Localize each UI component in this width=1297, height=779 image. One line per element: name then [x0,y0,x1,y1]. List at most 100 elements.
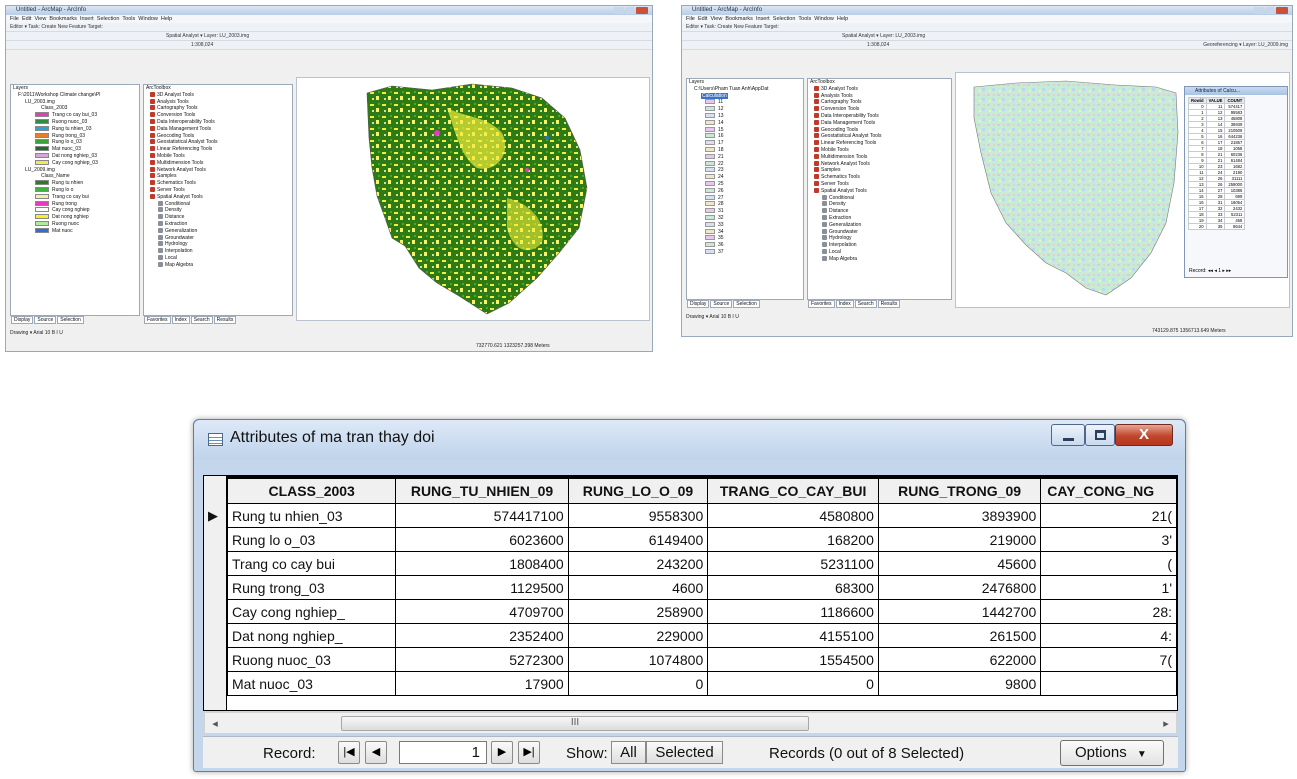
toolset-item[interactable]: Local [144,254,292,262]
toc-root[interactable]: Layers [687,79,803,86]
toolset-item[interactable]: Conditional [144,200,292,208]
tab-index[interactable]: Index [835,300,854,308]
toolbox-item[interactable]: Conversion Tools [144,112,292,119]
toolbox-item[interactable]: Samples [808,167,951,174]
col-cay-cong-ng[interactable]: CAY_CONG_NG [1040,476,1177,504]
table-row[interactable]: Cay cong nghiep_ 4709700 258900 1186600 1442… [226,599,1177,624]
toc-layer-lu2003[interactable]: LU_2003.img [11,99,139,106]
left-close-button[interactable] [636,7,648,14]
toolset-item[interactable]: Density [808,201,951,208]
tab-selection[interactable]: Selection [733,300,760,308]
left-minimize-button[interactable] [614,7,624,14]
record-number-input[interactable]: 1 [399,741,487,764]
mini-table-row[interactable]: 20 35 8644 [1188,223,1246,230]
mini-col-rowid[interactable]: Rowid [1188,97,1207,104]
table-row[interactable]: Rung trong_03 1129500 4600 68300 2476800 1' [226,575,1177,600]
right-close-button[interactable] [1276,7,1288,14]
toolbox-item[interactable]: Server Tools [808,180,951,188]
menu-tools[interactable]: Tools [798,16,811,22]
toolbox-item[interactable]: Cartography Tools [144,105,292,112]
attributes-title-bar[interactable]: Attributes of ma tran thay doi X [194,420,1185,460]
right-drawing-toolbar[interactable]: Drawing ▾ Arial 10 B I U [686,314,739,320]
toolset-item[interactable]: Density [144,207,292,214]
tab-index[interactable]: Index [171,316,190,324]
tab-selection[interactable]: Selection [57,316,84,324]
toolbox-item[interactable]: Geocoding Tools [144,132,292,140]
tab-display[interactable]: Display [687,300,710,308]
toolbox-item[interactable]: Data Interoperability Tools [808,112,951,120]
mini-col-count[interactable]: COUNT [1224,97,1246,104]
menu-view[interactable]: View [710,16,722,22]
tab-source[interactable]: Source [710,300,733,308]
show-selected-button[interactable]: Selected [646,741,723,764]
first-record-icon[interactable]: |◀ [338,741,360,764]
right-standard-toolbar[interactable]: 1:308,024 Georeferencing ▾ Layer: LU_200… [682,41,1292,50]
col-rung-trong-09[interactable]: RUNG_TRONG_09 [877,476,1042,504]
left-maximize-button[interactable] [625,7,635,14]
left-editor-toolbar[interactable]: Editor ▾ Task: Create New Feature Target… [6,23,652,32]
menu-file[interactable]: File [10,16,19,22]
left-drawing-toolbar[interactable]: Drawing ▾ Arial 10 B I U [10,330,63,336]
toc-layer-lu2009[interactable]: LU_2009.img [11,167,139,174]
toolbox-item[interactable]: Multidimension Tools [808,153,951,161]
col-rung-tu-nhien-09[interactable]: RUNG_TU_NHIEN_09 [395,476,569,504]
toolbox-item[interactable]: Network Analyst Tools [144,166,292,174]
toolbox-item[interactable]: Linear Referencing Tools [808,140,951,147]
right-maximize-button[interactable] [1265,7,1275,14]
toolset-item[interactable]: Extraction [808,214,951,222]
menu-bookmarks[interactable]: Bookmarks [725,16,753,22]
toolbox-root[interactable]: ArcToolbox [808,79,951,86]
table-row[interactable]: Mat nuoc_03 17900 0 0 9800 [226,671,1177,696]
table-row[interactable]: Ruong nuoc_03 5272300 1074800 1554500 622000… [226,647,1177,672]
minimize-button[interactable] [1051,424,1085,446]
menu-view[interactable]: View [34,16,46,22]
toolset-item[interactable]: Distance [808,208,951,215]
next-record-icon[interactable]: ▶ [491,741,513,764]
tab-search[interactable]: Search [854,300,877,308]
mini-record-nav[interactable]: Record: ◂◂ ◂ 1 ▸ ▸▸ [1189,268,1231,274]
right-spatial-analyst-toolbar[interactable]: Spatial Analyst ▾ Layer: LU_2003.img [682,32,1292,41]
toolbox-item[interactable]: Schematics Tools [144,180,292,187]
toolbox-item[interactable]: Data Interoperability Tools [144,118,292,126]
toolbox-item[interactable]: Analysis Tools [808,92,951,100]
menu-edit[interactable]: Edit [22,16,31,22]
left-spatial-analyst-toolbar[interactable]: Spatial Analyst ▾ Layer: LU_2003.img [6,32,652,41]
last-record-icon[interactable]: ▶| [518,741,540,764]
menu-file[interactable]: File [686,16,695,22]
menu-insert[interactable]: Insert [80,16,94,22]
col-trang-co-cay-bui[interactable]: TRANG_CO_CAY_BUI [707,476,879,504]
show-all-button[interactable]: All [611,741,646,764]
menu-insert[interactable]: Insert [756,16,770,22]
right-editor-toolbar[interactable]: Editor ▾ Task: Create New Feature Target… [682,23,1292,32]
scroll-right-icon[interactable]: ▸ [1158,716,1174,732]
toolbox-item[interactable]: 3D Analyst Tools [808,85,951,93]
toolbox-item[interactable]: Analysis Tools [144,98,292,106]
toolbox-item[interactable]: 3D Analyst Tools [144,91,292,99]
toolbox-item[interactable]: Mobile Tools [808,146,951,154]
toolset-item[interactable]: Conditional [808,194,951,202]
georeferencing-toolbar[interactable]: Georeferencing ▾ Layer: LU_2009.img [1203,41,1288,49]
left-map-view[interactable] [296,77,650,321]
toolset-item[interactable]: Interpolation [144,248,292,255]
mini-attributes-window[interactable]: Attributes of Calcu... Rowid VALUE COUNT… [1184,86,1288,278]
tab-display[interactable]: Display [11,316,34,324]
table-row[interactable]: Rung tu nhien_03 574417100 9558300 4580800 3… [226,503,1177,528]
menu-selection[interactable]: Selection [97,16,120,22]
menu-edit[interactable]: Edit [698,16,707,22]
menu-bookmarks[interactable]: Bookmarks [49,16,77,22]
toc-folder[interactable]: C:\Users\Pham Tuan Anh\AppDat [687,86,803,93]
mini-col-value[interactable]: VALUE [1205,97,1226,104]
tab-results[interactable]: Results [877,300,901,308]
toolbox-item[interactable]: Schematics Tools [808,174,951,181]
menu-help[interactable]: Help [161,16,172,22]
toolbox-item[interactable]: Mobile Tools [144,152,292,160]
toolbox-item[interactable]: Network Analyst Tools [808,160,951,168]
toolset-item[interactable]: Hydrology [144,241,292,248]
left-standard-toolbar[interactable]: 1:308,024 [6,41,652,50]
toolbox-item[interactable]: Geocoding Tools [808,126,951,134]
prev-record-icon[interactable]: ◀ [365,741,387,764]
horizontal-scrollbar[interactable]: ◂ III ▸ [204,712,1177,734]
tab-search[interactable]: Search [190,316,213,324]
toc-layer-calculation[interactable]: Calculation [687,92,803,100]
right-minimize-button[interactable] [1254,7,1264,14]
